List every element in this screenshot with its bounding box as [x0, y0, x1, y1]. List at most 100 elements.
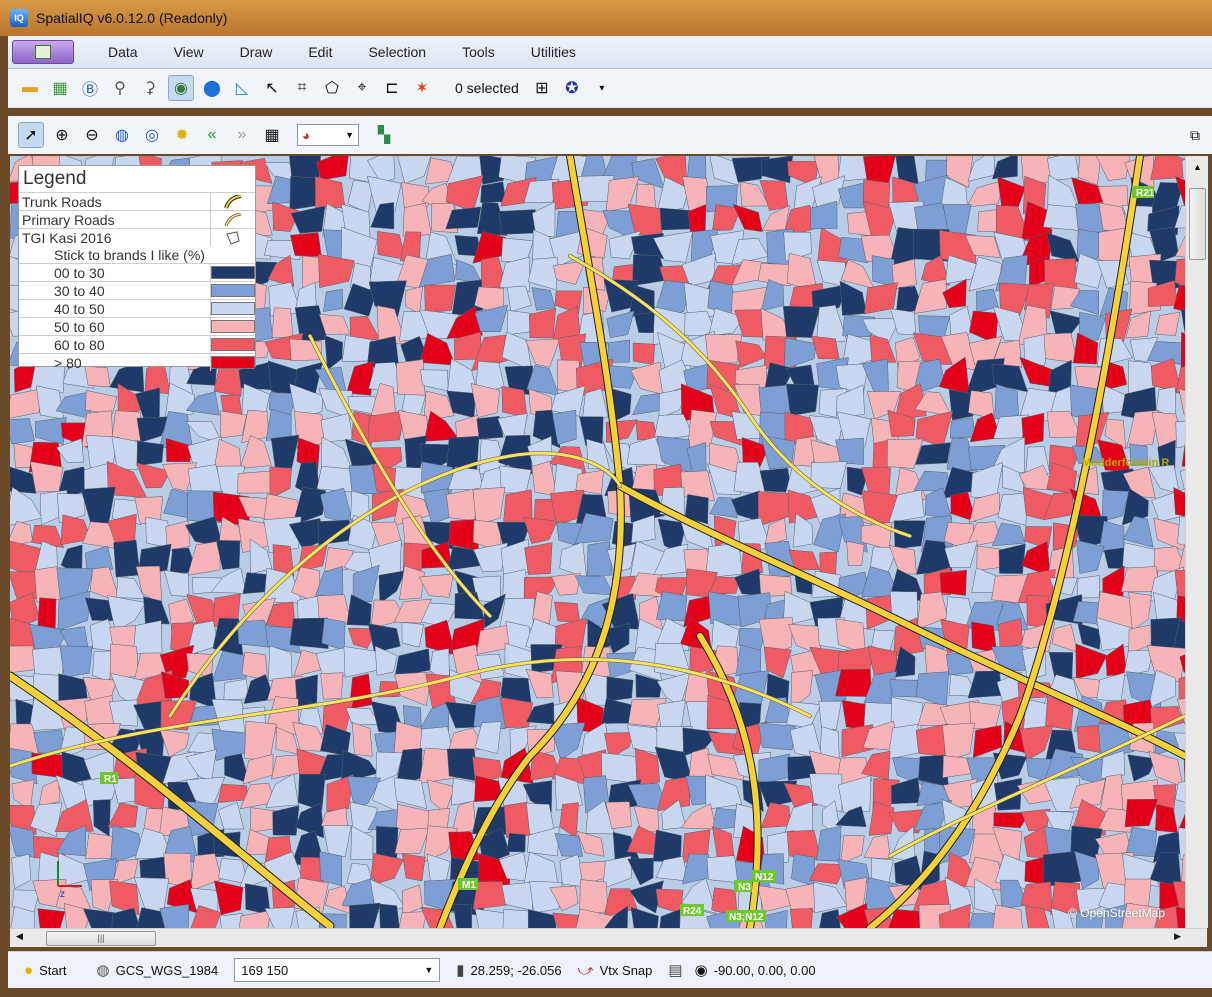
network-icon[interactable]: ⚳ — [138, 76, 162, 100]
region-select-icon[interactable]: ◉ — [168, 75, 194, 101]
region-polygon — [704, 334, 743, 364]
vertical-scroll-thumb[interactable] — [1189, 188, 1206, 260]
horizontal-scroll-thumb[interactable]: ||| — [46, 931, 156, 946]
region-polygon — [396, 359, 426, 397]
region-polygon — [270, 434, 300, 471]
legend-class-label: 00 to 30 — [54, 264, 105, 281]
pointer-icon[interactable]: ➚ — [18, 122, 44, 148]
region-polygon — [501, 386, 528, 418]
region-polygon — [272, 805, 300, 836]
chevron-down-icon: ▼ — [424, 965, 434, 975]
region-polygon — [506, 833, 526, 853]
restore-window-icon[interactable]: ⧉ — [1190, 127, 1200, 144]
vertex-snap-icon[interactable]: ⤻ — [578, 962, 594, 979]
map-attribution: © OpenStreetMap — [1068, 906, 1165, 920]
globe-icon[interactable]: ◍ — [110, 123, 134, 147]
map-grid-icon[interactable]: ⊞ — [530, 76, 554, 100]
pin-icon[interactable]: ⬤ — [200, 76, 224, 100]
scroll-left-icon[interactable]: ◀ — [16, 931, 23, 942]
region-polygon — [397, 156, 432, 184]
region-polygon — [809, 773, 843, 813]
region-polygon — [401, 853, 426, 882]
app-menu-button[interactable] — [12, 40, 74, 64]
region-polygon — [949, 417, 976, 439]
legend-class-label: 60 to 80 — [54, 336, 105, 353]
projection-label[interactable]: GCS_WGS_1984 — [116, 963, 219, 978]
scale-combo[interactable]: 169 150 ▼ — [234, 958, 441, 982]
start-label[interactable]: Start — [39, 963, 66, 978]
measure-icon[interactable]: ◺ — [230, 76, 254, 100]
menu-draw[interactable]: Draw — [222, 44, 291, 60]
region-polygon — [863, 834, 891, 859]
legend-class-row: 40 to 50 — [19, 299, 255, 317]
region-polygon — [424, 284, 456, 314]
region-polygon — [159, 904, 189, 928]
notes-icon[interactable]: ▤ — [668, 961, 682, 979]
region-polygon — [217, 801, 245, 830]
road-line-icon — [210, 211, 255, 228]
add-layer-icon[interactable]: ▦ — [48, 76, 72, 100]
menu-view[interactable]: View — [156, 44, 222, 60]
menu-utilities[interactable]: Utilities — [513, 44, 594, 60]
forward-icon[interactable]: » — [230, 123, 254, 147]
buffer-icon[interactable]: Ⓑ — [78, 76, 102, 100]
legend-class-label: > 80 — [54, 354, 82, 371]
region-polygon — [10, 486, 43, 526]
label-r24: R24 — [683, 906, 702, 917]
grid-icon[interactable]: ▦ — [260, 123, 284, 147]
region-polygon — [501, 881, 535, 911]
region-polygon — [818, 700, 842, 730]
region-polygon — [1128, 591, 1152, 631]
open-folder-icon[interactable]: ▬ — [18, 76, 42, 100]
legend-class-row: 30 to 40 — [19, 281, 255, 299]
scroll-right-icon[interactable]: ▶ — [1174, 931, 1181, 942]
app-window: IQ SpatialIQ v6.0.12.0 (Readonly) Data V… — [0, 0, 1212, 997]
horizontal-scrollbar[interactable]: ◀ ||| ▶ — [10, 928, 1207, 947]
settings-icon[interactable]: ✪ — [560, 76, 584, 100]
region-polygon — [887, 724, 923, 760]
zoom-out-icon[interactable]: ⊖ — [80, 123, 104, 147]
refresh-icon[interactable]: ✹ — [170, 123, 194, 147]
select-lasso-icon[interactable]: ⌖ — [350, 76, 374, 100]
region-polygon — [10, 418, 35, 445]
select-rect-icon[interactable]: ⌗ — [290, 76, 314, 100]
region-polygon — [323, 288, 344, 312]
region-polygon — [1077, 622, 1102, 650]
clear-selection-icon[interactable]: ✶ — [410, 76, 434, 100]
full-extent-icon[interactable]: ◎ — [140, 123, 164, 147]
region-polygon — [839, 280, 867, 316]
legend-swatch-cell — [210, 354, 255, 371]
menu-tools[interactable]: Tools — [444, 44, 513, 60]
zoom-in-icon[interactable]: ⊕ — [50, 123, 74, 147]
basemap-dropdown[interactable]: ◕ ▼ — [297, 124, 359, 146]
region-polygon — [1175, 421, 1185, 448]
menu-selection[interactable]: Selection — [350, 44, 444, 60]
region-polygon — [992, 156, 1018, 180]
toolbar-overflow-icon[interactable]: ▾ — [590, 76, 614, 100]
route-icon[interactable]: ⚲ — [108, 76, 132, 100]
region-polygon — [220, 410, 248, 439]
back-icon[interactable]: « — [200, 123, 224, 147]
region-polygon — [427, 779, 456, 814]
map-legend[interactable]: Legend Trunk Roads Primary Roads TGI Kas… — [18, 165, 256, 371]
region-polygon — [1150, 156, 1185, 180]
menu-edit[interactable]: Edit — [290, 44, 350, 60]
region-polygon — [244, 720, 277, 761]
app-logo-icon: IQ — [10, 9, 28, 27]
select-polygon-icon[interactable]: ⬠ — [320, 76, 344, 100]
scroll-up-icon[interactable]: ▲ — [1193, 162, 1202, 172]
flag-icon[interactable]: ▚ — [372, 123, 396, 147]
legend-swatch-cell — [210, 300, 255, 317]
legend-swatch — [211, 356, 255, 369]
region-polygon — [606, 310, 635, 339]
snap-label[interactable]: Vtx Snap — [600, 963, 653, 978]
legend-swatch — [211, 302, 255, 315]
select-point-icon[interactable]: ↖ — [260, 76, 284, 100]
legend-class-label: 40 to 50 — [54, 300, 105, 317]
region-polygon — [734, 309, 766, 338]
region-polygon — [401, 884, 423, 916]
menu-data[interactable]: Data — [90, 44, 156, 60]
select-box-icon[interactable]: ⊏ — [380, 76, 404, 100]
vertical-scrollbar[interactable]: ▲ ▼ — [1185, 156, 1208, 946]
region-polygon — [349, 902, 381, 928]
